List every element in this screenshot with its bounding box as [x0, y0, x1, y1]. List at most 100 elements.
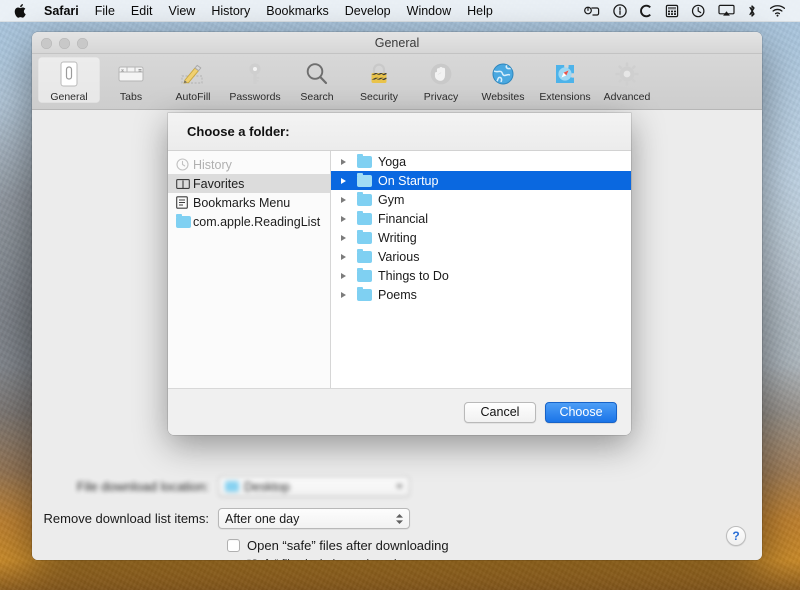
menu-view[interactable]: View [160, 0, 203, 22]
sidebar-label-favorites: Favorites [193, 176, 245, 191]
download-location-row[interactable]: File download location: Desktop [32, 476, 410, 497]
list-item-selected[interactable]: On Startup [331, 171, 631, 190]
stepper-arrows-icon[interactable] [396, 513, 403, 524]
list-item[interactable]: Gym [331, 190, 631, 209]
remove-download-items-row[interactable]: Remove download list items: After one da… [32, 508, 410, 529]
wifi-icon[interactable] [763, 4, 792, 17]
window-title-bar[interactable]: General [32, 32, 762, 54]
cancel-button[interactable]: Cancel [464, 401, 536, 423]
folder-label: Things to Do [378, 268, 449, 283]
chevron-down-icon [396, 484, 403, 489]
time-machine-icon[interactable] [685, 4, 712, 18]
toolbar-item-search[interactable]: Search [286, 57, 348, 103]
airplay-icon[interactable] [712, 4, 741, 17]
general-icon [56, 59, 82, 89]
disclosure-triangle-icon[interactable] [341, 177, 357, 184]
folder-icon [357, 172, 372, 187]
choose-folder-sheet[interactable]: Choose a folder: History Favorites Bookm… [168, 113, 631, 435]
zoom-button[interactable] [77, 38, 88, 49]
menu-help[interactable]: Help [459, 0, 501, 22]
disclosure-triangle-icon[interactable] [341, 215, 357, 222]
toolbar-item-general[interactable]: General [38, 57, 100, 103]
privacy-hand-icon [427, 59, 455, 89]
sidebar-item-history[interactable]: History [168, 155, 330, 174]
toolbar-item-extensions[interactable]: Extensions [534, 57, 596, 103]
folder-label: Writing [378, 230, 417, 245]
letter-c-icon[interactable] [633, 4, 659, 18]
autofill-icon [178, 59, 208, 89]
download-location-value: Desktop [244, 479, 290, 494]
apple-logo-icon[interactable] [8, 3, 36, 18]
folder-icon [225, 481, 239, 492]
open-safe-files-checkbox[interactable] [227, 539, 240, 552]
folder-label: Financial [378, 211, 429, 226]
menu-file[interactable]: File [87, 0, 123, 22]
list-item[interactable]: Financial [331, 209, 631, 228]
toolbar-item-advanced[interactable]: Advanced [596, 57, 658, 103]
sidebar-item-bookmarks-menu[interactable]: Bookmarks Menu [168, 193, 330, 212]
list-item[interactable]: Things to Do [331, 266, 631, 285]
traffic-lights[interactable] [41, 38, 88, 49]
toolbar-item-privacy[interactable]: Privacy [410, 57, 472, 103]
folder-icon [357, 229, 372, 244]
info-circle-icon[interactable] [607, 3, 633, 18]
toolbar-label-general: General [50, 91, 88, 103]
toolbar-item-autofill[interactable]: AutoFill [162, 57, 224, 103]
choose-button[interactable]: Choose [545, 401, 617, 423]
folder-icon [176, 213, 193, 228]
sheet-sidebar[interactable]: History Favorites Bookmarks Menu com.app… [168, 151, 331, 388]
folder-label: Yoga [378, 154, 407, 169]
disclosure-triangle-icon[interactable] [341, 196, 357, 203]
sidebar-label-reading-list: com.apple.ReadingList [193, 214, 321, 229]
safe-files-help-text: “Safe” files include movies, pictures, s… [247, 558, 473, 560]
list-icon [176, 196, 193, 209]
open-safe-files-row[interactable]: Open “safe” files after downloading [227, 538, 449, 553]
folder-browser[interactable]: History Favorites Bookmarks Menu com.app… [168, 151, 631, 388]
sheet-buttons[interactable]: Cancel Choose [168, 388, 631, 435]
disclosure-triangle-icon[interactable] [341, 291, 357, 298]
extensions-puzzle-icon [551, 59, 579, 89]
folder-label: Various [378, 249, 420, 264]
folder-icon [357, 267, 372, 282]
menu-develop[interactable]: Develop [337, 0, 399, 22]
folder-icon [357, 210, 372, 225]
disclosure-triangle-icon[interactable] [341, 272, 357, 279]
toolbar-item-security[interactable]: Security [348, 57, 410, 103]
menu-window[interactable]: Window [399, 0, 459, 22]
help-button[interactable]: ? [726, 526, 746, 546]
bluetooth-icon[interactable] [741, 4, 763, 18]
menu-edit[interactable]: Edit [123, 0, 161, 22]
calculator-icon[interactable] [659, 4, 685, 18]
minimize-button[interactable] [59, 38, 70, 49]
list-item[interactable]: Poems [331, 285, 631, 304]
folder-label: On Startup [378, 173, 439, 188]
list-item[interactable]: Various [331, 247, 631, 266]
menu-history[interactable]: History [203, 0, 258, 22]
open-safe-files-label: Open “safe” files after downloading [247, 538, 449, 553]
sidebar-item-reading-list[interactable]: com.apple.ReadingList [168, 212, 330, 231]
disclosure-triangle-icon[interactable] [341, 234, 357, 241]
download-location-popup[interactable]: Desktop [218, 476, 410, 497]
book-icon [176, 178, 193, 190]
menu-bookmarks[interactable]: Bookmarks [258, 0, 337, 22]
menu-safari[interactable]: Safari [36, 0, 87, 22]
list-item[interactable]: Yoga [331, 152, 631, 171]
toolbar-item-websites[interactable]: Websites [472, 57, 534, 103]
safari-preferences-window[interactable]: General General Tabs AutoFill Passwords … [32, 32, 762, 560]
toolbar-item-tabs[interactable]: Tabs [100, 57, 162, 103]
disclosure-triangle-icon[interactable] [341, 253, 357, 260]
toolbar-item-passwords[interactable]: Passwords [224, 57, 286, 103]
sidebar-item-favorites[interactable]: Favorites [168, 174, 330, 193]
folder-list[interactable]: Yoga On Startup Gym Financial Writing Va… [331, 151, 631, 388]
menu-bar[interactable]: Safari File Edit View History Bookmarks … [0, 0, 800, 22]
advanced-gear-icon [613, 59, 641, 89]
preferences-toolbar[interactable]: General Tabs AutoFill Passwords Search S… [32, 54, 762, 110]
screen-sharing-icon[interactable] [578, 4, 607, 17]
close-button[interactable] [41, 38, 52, 49]
list-item[interactable]: Writing [331, 228, 631, 247]
disclosure-triangle-icon[interactable] [341, 158, 357, 165]
remove-download-items-select[interactable]: After one day [218, 508, 410, 529]
toolbar-label-autofill: AutoFill [175, 91, 211, 103]
window-title: General [374, 36, 420, 50]
toolbar-label-extensions: Extensions [539, 91, 591, 103]
